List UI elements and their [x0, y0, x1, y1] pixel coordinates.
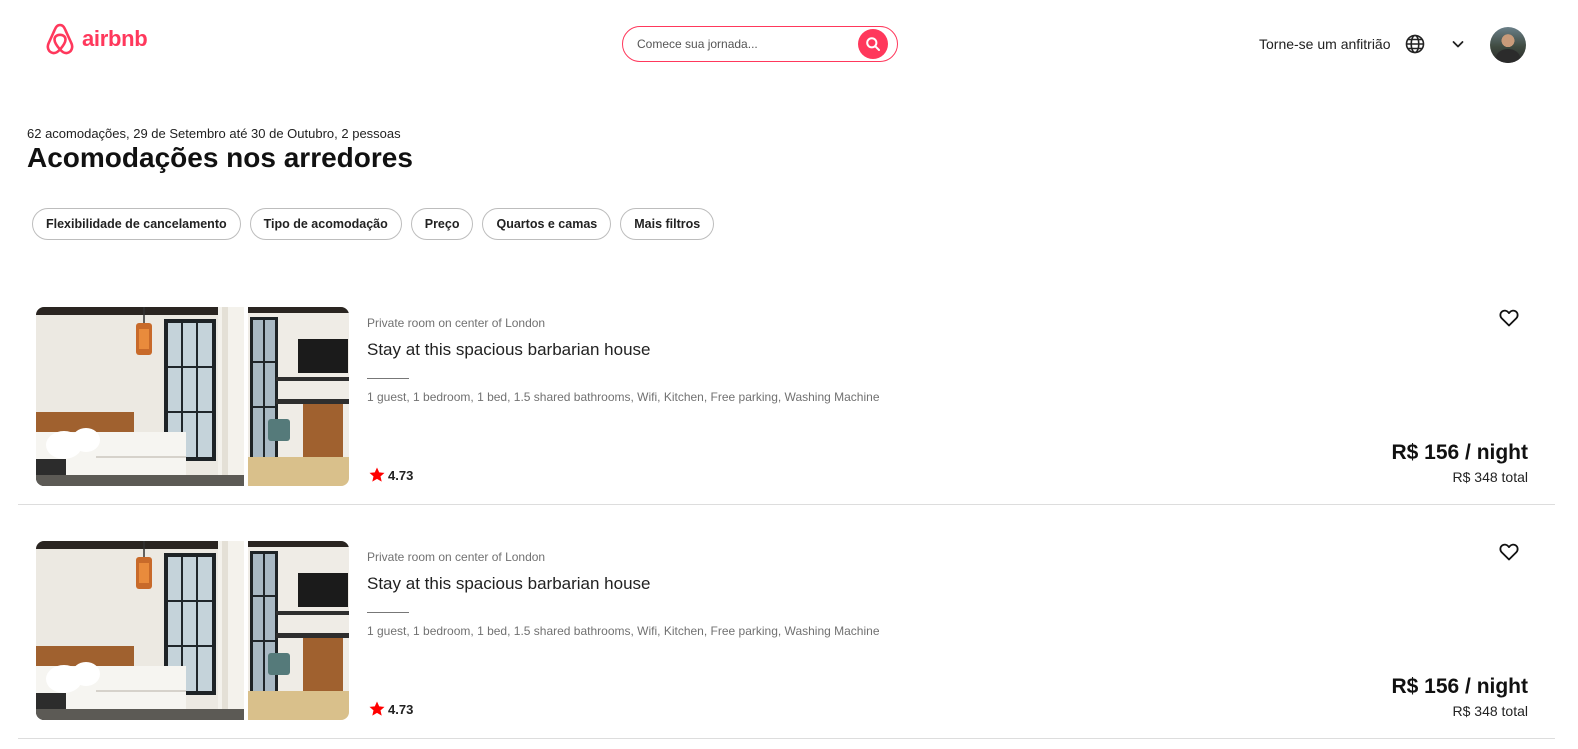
filter-bar: Flexibilidade de cancelamento Tipo de ac…: [32, 208, 715, 240]
logo-wordmark: airbnb: [82, 26, 148, 51]
star-icon: [369, 701, 385, 716]
filter-more-button[interactable]: Mais filtros: [620, 208, 715, 240]
search-icon: [866, 37, 880, 51]
become-host-link[interactable]: Torne-se um anfitrião: [1259, 36, 1391, 52]
listing-divider: [367, 378, 409, 379]
desk-photo: [248, 307, 349, 486]
filter-rooms-beds-button[interactable]: Quartos e camas: [482, 208, 612, 240]
listing-photo-side[interactable]: [248, 541, 349, 720]
listing-photo-side[interactable]: [248, 307, 349, 486]
listing-total: R$ 348 total: [1452, 469, 1529, 485]
page-title: Acomodações nos arredores: [27, 142, 413, 173]
listing-price: R$ 156 / night: [1391, 441, 1528, 464]
listing-card[interactable]: Private room on center of London Stay at…: [18, 271, 1555, 505]
listing-total: R$ 348 total: [1452, 703, 1529, 719]
avatar[interactable]: [1490, 27, 1526, 63]
rating-value: 4.73: [388, 467, 414, 483]
search-button[interactable]: [858, 29, 888, 59]
bedroom-photo: [36, 307, 244, 486]
listing-rating: 4.73: [368, 700, 413, 718]
filter-price-button[interactable]: Preço: [410, 208, 474, 240]
chevron-down-icon[interactable]: [1450, 36, 1466, 52]
results-summary: 62 acomodações, 29 de Setembro até 30 de…: [27, 126, 401, 141]
star-icon: [369, 467, 385, 482]
listing-photo-main[interactable]: [36, 307, 244, 486]
listing-photo-main[interactable]: [36, 541, 244, 720]
listing-title[interactable]: Stay at this spacious barbarian house: [367, 574, 651, 594]
top-navbar: airbnb Torne-se um anfitrião: [0, 0, 1578, 90]
listing-amenities: 1 guest, 1 bedroom, 1 bed, 1.5 shared ba…: [367, 624, 880, 638]
listing-price: R$ 156 / night: [1391, 675, 1528, 698]
heart-icon[interactable]: [1498, 541, 1520, 563]
listing-card[interactable]: Private room on center of London Stay at…: [18, 505, 1555, 739]
listing-amenities: 1 guest, 1 bedroom, 1 bed, 1.5 shared ba…: [367, 390, 880, 404]
listing-photos[interactable]: [36, 541, 349, 720]
desk-photo: [248, 541, 349, 720]
airbnb-logo-icon: [46, 23, 74, 55]
search-bar: [622, 26, 898, 62]
listing-type: Private room on center of London: [367, 316, 546, 330]
listing-title[interactable]: Stay at this spacious barbarian house: [367, 340, 651, 360]
filter-place-type-button[interactable]: Tipo de acomodação: [249, 208, 402, 240]
listing-photos[interactable]: [36, 307, 349, 486]
listing-divider: [367, 612, 409, 613]
globe-icon[interactable]: [1404, 33, 1426, 55]
airbnb-logo[interactable]: airbnb: [44, 22, 148, 56]
filter-cancellation-button[interactable]: Flexibilidade de cancelamento: [32, 208, 241, 240]
listing-rating: 4.73: [368, 466, 413, 484]
listing-type: Private room on center of London: [367, 550, 546, 564]
bedroom-photo: [36, 541, 244, 720]
avatar-figure: [1496, 49, 1520, 63]
rating-value: 4.73: [388, 701, 414, 717]
heart-icon[interactable]: [1498, 307, 1520, 329]
search-input[interactable]: [635, 36, 858, 52]
